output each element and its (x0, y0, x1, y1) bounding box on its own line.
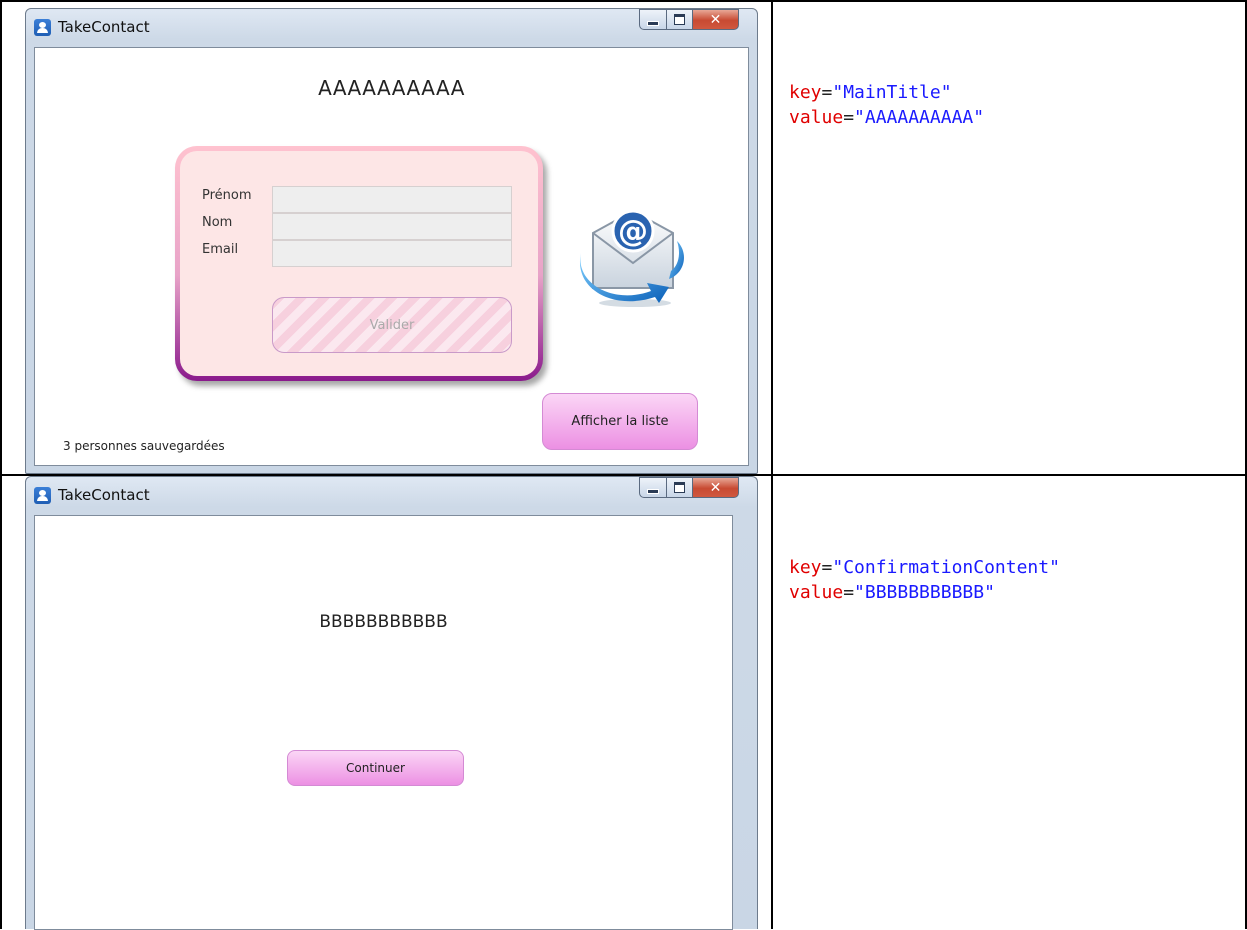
equals-sign: = (821, 557, 833, 578)
minimize-icon (647, 489, 659, 494)
maximize-icon (674, 14, 685, 25)
equals-sign: = (821, 82, 833, 103)
contact-app-icon (34, 19, 51, 36)
caption-buttons: ✕ (639, 9, 739, 31)
email-at-envelope-icon: @ (579, 209, 684, 307)
annotation-value-word: value (789, 107, 844, 128)
main-window: TakeContact ✕ AAAAAAAAAA Prénom Nom Emai… (25, 8, 758, 474)
confirmation-window: TakeContact ✕ BBBBBBBBBBB Continuer (25, 476, 758, 930)
table-column-divider (771, 0, 773, 929)
continue-button-label: Continuer (346, 761, 405, 775)
main-title-annotation: key="MainTitle" value="AAAAAAAAAA" (789, 80, 984, 130)
table-border-top (0, 0, 1247, 2)
annotation-key-value: "ConfirmationContent" (832, 557, 1060, 578)
lastname-input[interactable] (272, 213, 512, 240)
annotation-key-value: "MainTitle" (832, 82, 952, 103)
validate-button-label: Valider (369, 317, 415, 333)
contact-form-card: Prénom Nom Email Valider (175, 146, 543, 381)
firstname-input[interactable] (272, 186, 512, 213)
close-button[interactable]: ✕ (693, 477, 739, 498)
title-bar[interactable]: TakeContact ✕ (26, 477, 757, 515)
window-client-area: AAAAAAAAAA Prénom Nom Email Valider @ 3 … (34, 47, 749, 466)
show-list-button-label: Afficher la liste (571, 414, 669, 429)
window-title: TakeContact (58, 18, 150, 36)
close-icon: ✕ (709, 11, 722, 28)
lastname-label: Nom (202, 215, 233, 230)
validate-button[interactable]: Valider (272, 297, 512, 353)
caption-buttons: ✕ (639, 477, 739, 499)
maximize-button[interactable] (667, 9, 693, 30)
minimize-icon (647, 21, 659, 26)
contact-app-icon (34, 487, 51, 504)
main-title: AAAAAAAAAA (318, 76, 465, 100)
saved-count-status: 3 personnes sauvegardées (63, 439, 225, 453)
annotation-key-word: key (789, 557, 822, 578)
firstname-label: Prénom (202, 188, 252, 203)
equals-sign: = (843, 582, 855, 603)
window-client-area: BBBBBBBBBBB Continuer (34, 515, 733, 930)
maximize-button[interactable] (667, 477, 693, 498)
email-label: Email (202, 242, 239, 257)
window-title: TakeContact (58, 486, 150, 504)
svg-text:@: @ (618, 214, 648, 249)
minimize-button[interactable] (639, 477, 667, 498)
annotation-value-value: "AAAAAAAAAA" (854, 107, 985, 128)
title-bar[interactable]: TakeContact ✕ (26, 9, 757, 47)
close-icon: ✕ (709, 479, 722, 496)
minimize-button[interactable] (639, 9, 667, 30)
confirmation-content-annotation: key="ConfirmationContent" value="BBBBBBB… (789, 555, 1060, 605)
annotation-value-value: "BBBBBBBBBBB" (854, 582, 995, 603)
email-input[interactable] (272, 240, 512, 267)
show-list-button[interactable]: Afficher la liste (542, 393, 698, 450)
table-border-left (0, 0, 2, 929)
close-button[interactable]: ✕ (693, 9, 739, 30)
annotation-key-word: key (789, 82, 822, 103)
annotation-value-word: value (789, 582, 844, 603)
confirmation-content: BBBBBBBBBBB (319, 612, 448, 632)
maximize-icon (674, 482, 685, 493)
continue-button[interactable]: Continuer (287, 750, 464, 786)
equals-sign: = (843, 107, 855, 128)
